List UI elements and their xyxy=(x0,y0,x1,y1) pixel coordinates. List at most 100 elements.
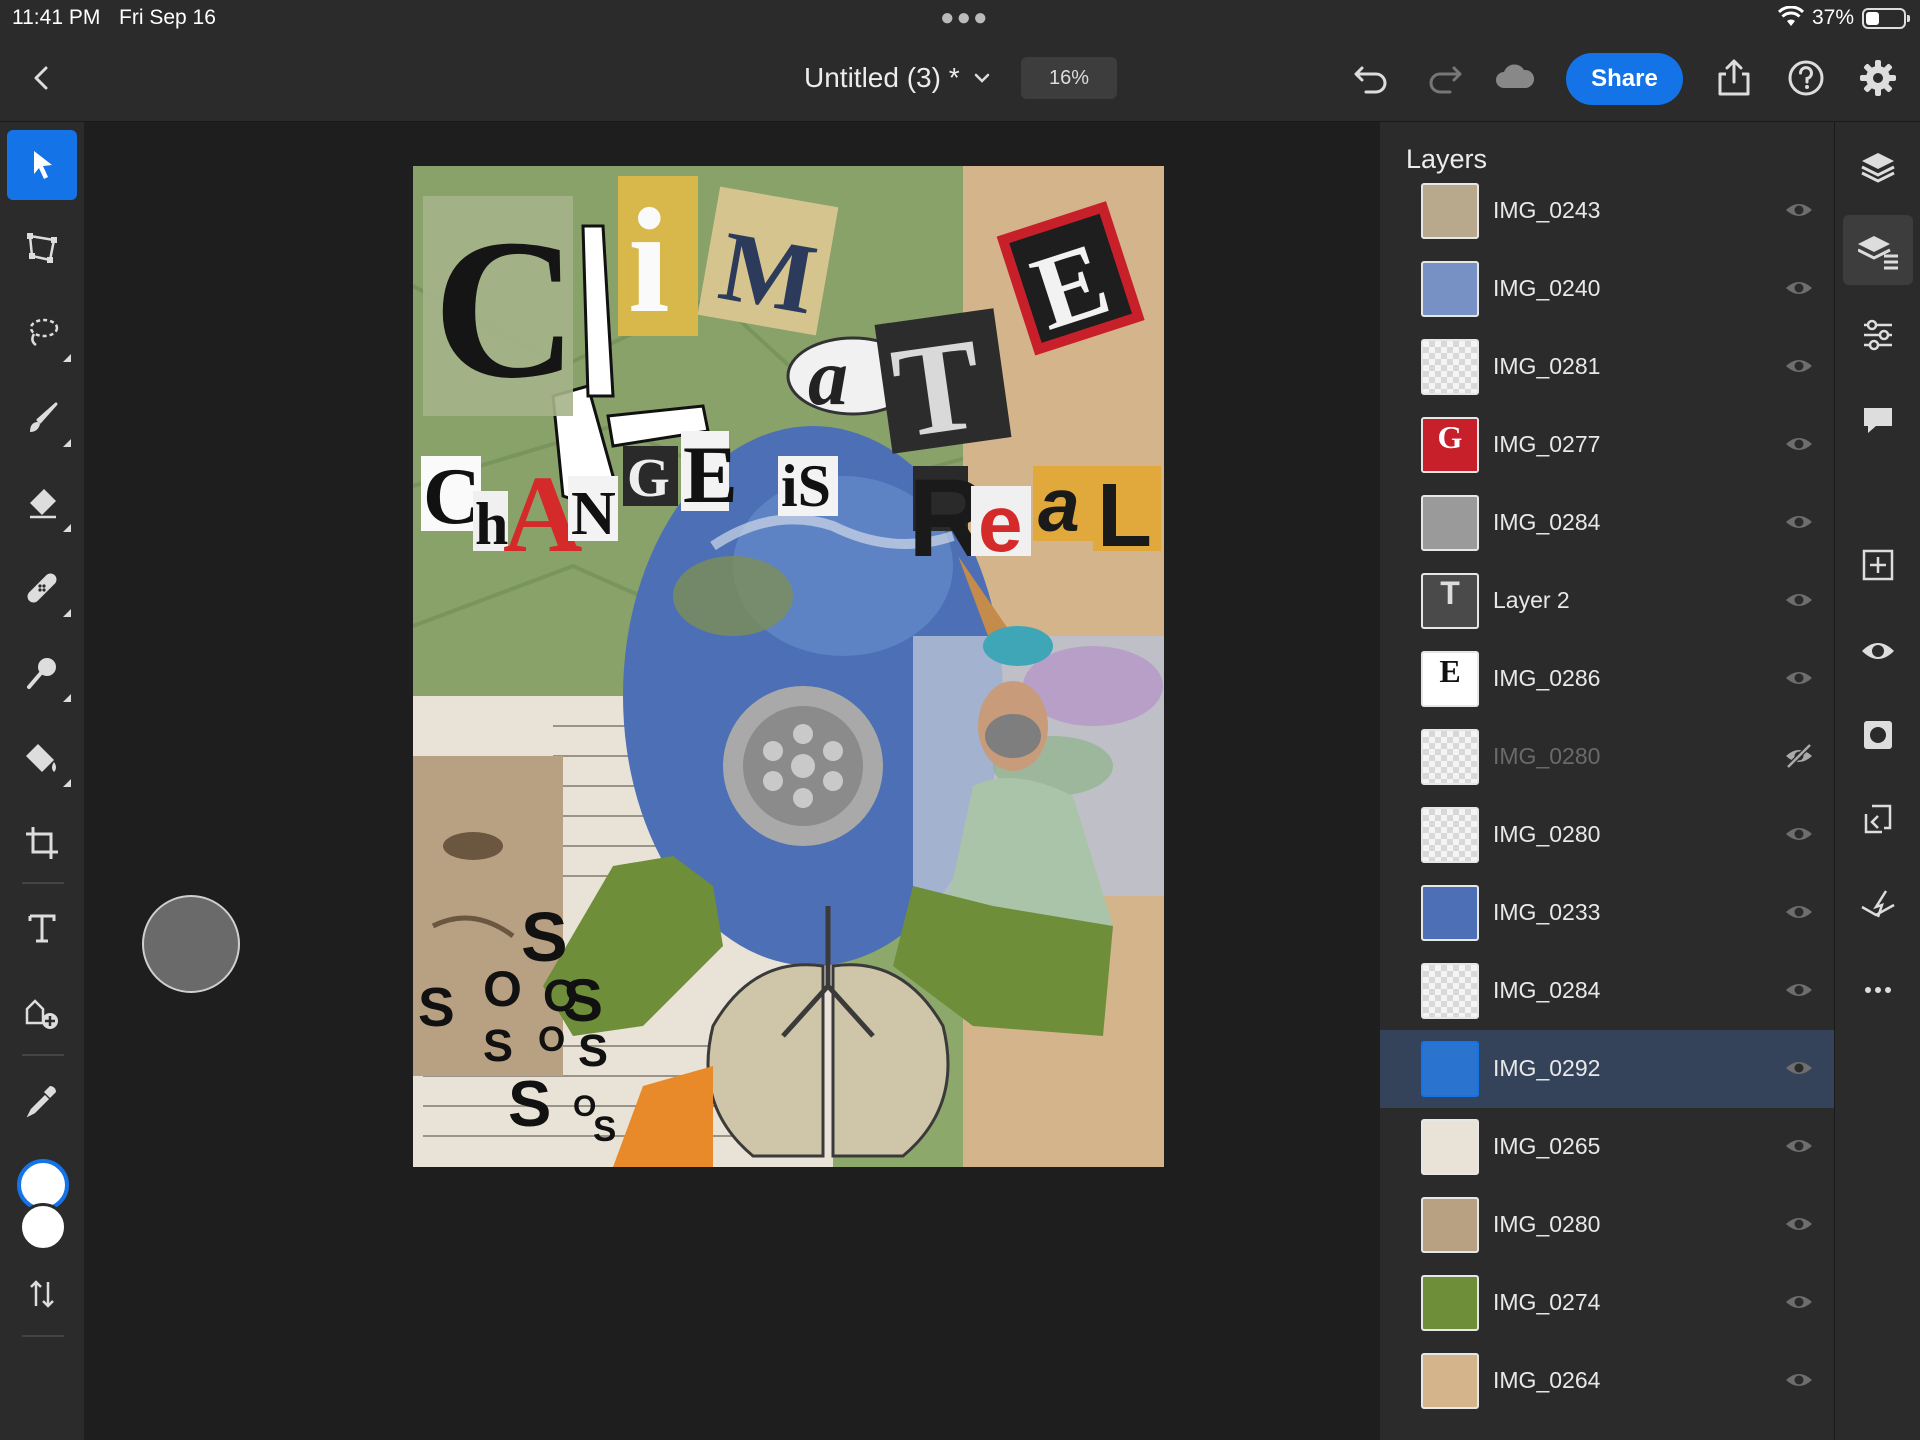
eye-icon[interactable] xyxy=(1784,275,1814,301)
lasso-tool[interactable] xyxy=(7,298,77,368)
eye-icon[interactable] xyxy=(1784,1289,1814,1315)
layer-row[interactable]: IMG_0265 xyxy=(1380,1108,1834,1186)
eye-icon[interactable] xyxy=(1784,509,1814,535)
quick-actions-button[interactable] xyxy=(1843,870,1913,940)
text-t-icon xyxy=(28,914,56,943)
back-chevron-icon[interactable] xyxy=(24,60,60,96)
transform-tool[interactable] xyxy=(7,213,77,283)
export-icon[interactable] xyxy=(1712,56,1756,100)
mask-button[interactable] xyxy=(1843,700,1913,770)
eye-icon[interactable] xyxy=(1784,587,1814,613)
layer-row[interactable]: IMG_0284 xyxy=(1380,952,1834,1030)
layer-thumbnail[interactable] xyxy=(1421,885,1479,941)
layer-thumbnail[interactable] xyxy=(1421,1041,1479,1097)
help-icon[interactable] xyxy=(1784,56,1828,100)
eye-icon[interactable] xyxy=(1784,353,1814,379)
eye-icon[interactable] xyxy=(1784,197,1814,223)
layer-thumbnail[interactable] xyxy=(1421,1197,1479,1253)
brush-tool[interactable] xyxy=(7,383,77,453)
layer-row[interactable]: IMG_0292 xyxy=(1380,1030,1834,1108)
layer-thumbnail[interactable] xyxy=(1421,729,1479,785)
eye-icon[interactable] xyxy=(1784,821,1814,847)
select-tool[interactable] xyxy=(7,130,77,200)
add-image-tool[interactable] xyxy=(7,978,77,1048)
layer-row[interactable]: IMG_0274 xyxy=(1380,1264,1834,1342)
eye-icon[interactable] xyxy=(1784,977,1814,1003)
add-square-icon xyxy=(1862,549,1894,581)
layer-row[interactable]: IMG_0264 xyxy=(1380,1342,1834,1420)
layer-thumbnail[interactable] xyxy=(1421,807,1479,863)
layer-thumbnail[interactable]: E xyxy=(1421,651,1479,707)
layer-row[interactable]: IMG_0243 xyxy=(1380,172,1834,250)
eye-icon[interactable] xyxy=(1784,665,1814,691)
touch-shortcut-button[interactable] xyxy=(142,895,240,993)
eye-icon[interactable] xyxy=(1784,1211,1814,1237)
battery-level xyxy=(1866,12,1880,25)
eye-icon[interactable] xyxy=(1784,1367,1814,1393)
layers-panel-button[interactable] xyxy=(1843,132,1913,202)
layer-name: IMG_0240 xyxy=(1493,275,1601,301)
background-color-swatch[interactable] xyxy=(19,1203,67,1251)
crop-tool[interactable] xyxy=(7,808,77,878)
layer-thumbnail[interactable] xyxy=(1421,261,1479,317)
chevron-down-icon[interactable] xyxy=(972,68,992,88)
sos-letter: S xyxy=(508,1067,551,1140)
eyedropper-icon xyxy=(26,1086,56,1118)
more-dots-icon xyxy=(1865,987,1891,993)
layer-thumbnail[interactable] xyxy=(1421,495,1479,551)
redo-icon[interactable] xyxy=(1422,56,1466,100)
artwork-canvas[interactable]: C i M a T E C h A N G E iS R e a L S O S… xyxy=(413,166,1164,1167)
layer-row[interactable]: IMG_0280 xyxy=(1380,718,1834,796)
sos-letter: S xyxy=(563,967,603,1034)
eyedropper-tool[interactable] xyxy=(7,1065,77,1135)
layer-thumbnail[interactable] xyxy=(1421,183,1479,239)
smudge-tool[interactable] xyxy=(7,638,77,708)
letter-change-e: E xyxy=(683,429,738,520)
add-layer-button[interactable] xyxy=(1843,530,1913,600)
type-tool[interactable] xyxy=(7,893,77,963)
layer-name: IMG_0280 xyxy=(1493,743,1601,769)
layer-row[interactable]: IMG_0233 xyxy=(1380,874,1834,952)
more-options-button[interactable] xyxy=(1843,955,1913,1025)
eye-icon[interactable] xyxy=(1784,899,1814,925)
layer-thumbnail[interactable] xyxy=(1421,1119,1479,1175)
layer-thumbnail[interactable] xyxy=(1421,339,1479,395)
healing-tool[interactable] xyxy=(7,553,77,623)
eraser-tool[interactable] xyxy=(7,468,77,538)
eye-icon[interactable] xyxy=(1784,1055,1814,1081)
layer-row[interactable]: IMG_0280 xyxy=(1380,796,1834,874)
layer-row[interactable]: T Layer 2 xyxy=(1380,562,1834,640)
clip-layer-button[interactable] xyxy=(1843,785,1913,855)
layer-row[interactable]: G IMG_0277 xyxy=(1380,406,1834,484)
undo-icon[interactable] xyxy=(1350,56,1394,100)
letter-a: a xyxy=(808,334,848,422)
eraser-icon xyxy=(30,489,56,519)
comments-button[interactable] xyxy=(1843,385,1913,455)
cloud-icon[interactable] xyxy=(1492,56,1536,100)
swap-colors-tool[interactable] xyxy=(7,1259,77,1329)
zoom-level[interactable]: 16% xyxy=(1021,57,1117,99)
layer-row[interactable]: IMG_0284 xyxy=(1380,484,1834,562)
layer-thumbnail[interactable]: G xyxy=(1421,417,1479,473)
layer-row[interactable]: IMG_0281 xyxy=(1380,328,1834,406)
layer-thumbnail[interactable]: T xyxy=(1421,573,1479,629)
share-button[interactable]: Share xyxy=(1566,53,1683,105)
eye-hidden-icon[interactable] xyxy=(1784,743,1814,769)
layer-thumbnail[interactable] xyxy=(1421,963,1479,1019)
layer-thumbnail[interactable] xyxy=(1421,1275,1479,1331)
layer-name: IMG_0233 xyxy=(1493,899,1601,925)
layer-row[interactable]: IMG_0280 xyxy=(1380,1186,1834,1264)
multitasking-dots-icon[interactable]: ●●● xyxy=(940,4,990,32)
layer-properties-button[interactable] xyxy=(1843,215,1913,285)
visibility-button[interactable] xyxy=(1843,616,1913,686)
settings-gear-icon[interactable] xyxy=(1856,56,1900,100)
adjustments-button[interactable] xyxy=(1843,300,1913,370)
paint-bucket-tool[interactable] xyxy=(7,723,77,793)
document-title[interactable]: Untitled (3) * xyxy=(804,62,960,94)
eye-icon[interactable] xyxy=(1784,1133,1814,1159)
status-bar: 11:41 PM Fri Sep 16 ●●● 37% xyxy=(0,0,1920,36)
eye-icon[interactable] xyxy=(1784,431,1814,457)
layer-thumbnail[interactable] xyxy=(1421,1353,1479,1409)
layer-row[interactable]: IMG_0240 xyxy=(1380,250,1834,328)
layer-row[interactable]: E IMG_0286 xyxy=(1380,640,1834,718)
